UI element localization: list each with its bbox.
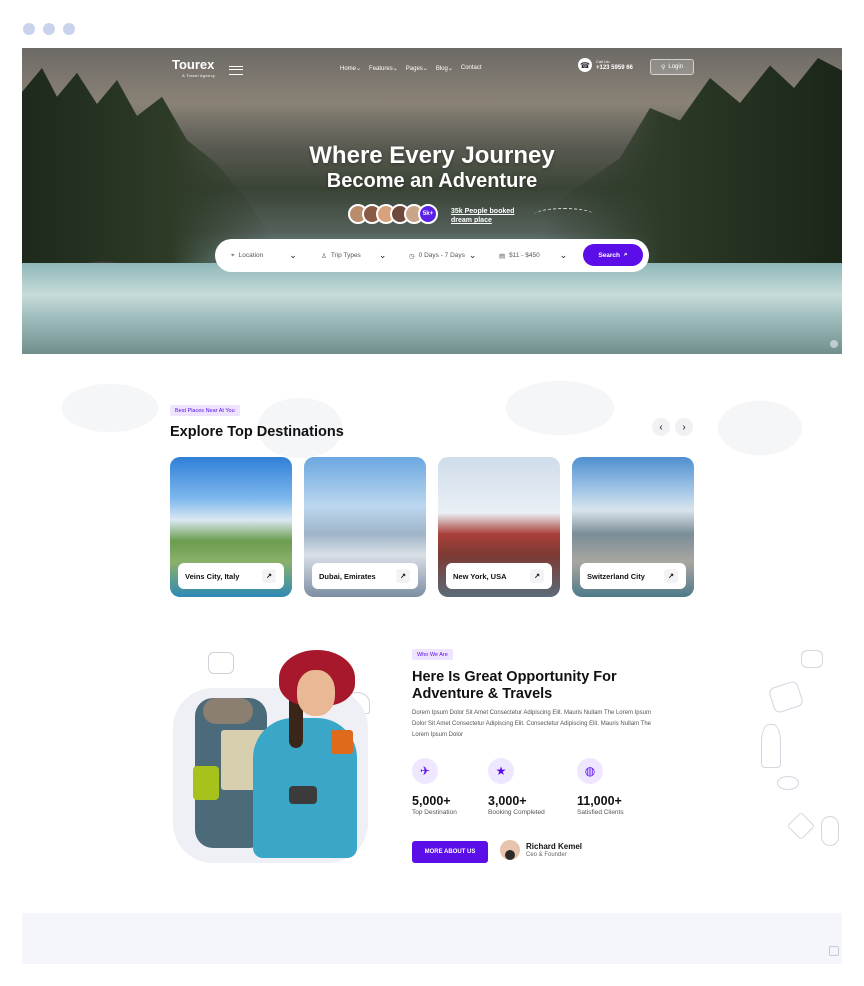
ceo-signature: Richard Kemel Ceo & Founder <box>500 840 582 860</box>
camera-doodle-icon <box>801 650 823 668</box>
globe-pin-icon: ◍ <box>577 758 603 784</box>
about-title: Here Is Great Opportunity For Adventure … <box>412 669 617 702</box>
chevron-down-icon: ⌄ <box>289 250 297 260</box>
arrow-up-right-icon[interactable]: ↗ <box>262 569 276 583</box>
destination-card[interactable]: Dubai, Emirates ↗ <box>304 457 426 597</box>
dashed-arrow-icon <box>534 208 594 222</box>
brand-name: Tourex <box>172 57 215 72</box>
stat-satisfied-clients: ◍ 11,000+ Satisfied Clients <box>577 758 624 816</box>
arrow-up-right-icon[interactable]: ↗ <box>530 569 544 583</box>
browser-frame: Tourex A Travel Agency Home⌄ Features⌄ P… <box>0 0 864 986</box>
menu-item-features[interactable]: Features⌄ <box>369 65 398 72</box>
brand-tagline: A Travel Agency <box>182 73 216 78</box>
window-controls <box>23 23 75 35</box>
traveler-image <box>173 648 368 863</box>
ceo-name: Richard Kemel <box>526 842 583 851</box>
avatar-count-badge: 5k+ <box>418 204 438 224</box>
hand-doodle-icon <box>821 816 839 846</box>
destination-name: Switzerland City <box>587 571 645 581</box>
price-select[interactable]: ▤ $11 - $450 ⌄ <box>499 250 567 261</box>
stat-top-destination: ✈ 5,000+ Top Destination <box>412 758 457 816</box>
suitcase-doodle-icon <box>767 680 805 714</box>
destination-name: Dubai, Emirates <box>319 571 376 581</box>
window-dot-2[interactable] <box>43 23 55 35</box>
travel-doodles <box>755 640 845 850</box>
search-icon: ⌕ <box>624 251 628 258</box>
star-doodle-icon <box>786 811 816 841</box>
hiker-icon: ♙ <box>321 252 327 260</box>
world-map-background <box>40 368 830 548</box>
arrow-up-right-icon[interactable]: ↗ <box>396 569 410 583</box>
chevron-down-icon: ⌄ <box>559 250 568 260</box>
location-select[interactable]: ⌖ Location ⌄ <box>231 250 297 261</box>
hero-banner: Tourex A Travel Agency Home⌄ Features⌄ P… <box>22 48 842 354</box>
ticket-icon: ✈ <box>412 758 438 784</box>
menu-item-blog[interactable]: Blog⌄ <box>436 65 453 72</box>
destination-name: New York, USA <box>453 571 507 581</box>
plane-doodle-icon <box>777 776 799 790</box>
destination-card[interactable]: Veins City, Italy ↗ <box>170 457 292 597</box>
scroll-indicator-icon[interactable] <box>830 340 838 348</box>
menu-item-home[interactable]: Home⌄ <box>340 65 361 72</box>
chevron-down-icon: ⌄ <box>468 250 477 260</box>
destinations-tag: Best Places Near At You <box>170 405 240 416</box>
chevron-down-icon: ⌄ <box>378 250 387 260</box>
money-icon: ▤ <box>499 252 506 260</box>
arrow-up-right-icon[interactable]: ↗ <box>664 569 678 583</box>
back-to-top-icon[interactable] <box>829 946 839 956</box>
booked-link[interactable]: 35k People booked dream place <box>451 207 514 225</box>
location-pin-icon: ⌖ <box>231 251 235 259</box>
next-section-band <box>22 913 842 964</box>
more-about-us-button[interactable]: MORE ABOUT US <box>412 841 488 863</box>
phone-icon: ☎ <box>578 58 592 72</box>
destination-card[interactable]: Switzerland City ↗ <box>572 457 694 597</box>
destination-card[interactable]: New York, USA ↗ <box>438 457 560 597</box>
call-us[interactable]: ☎ Call Us: +123 5959 66 <box>578 58 633 72</box>
search-bar: ⌖ Location ⌄ ♙ Trip Types ⌄ ◷ 0 Days - 7… <box>215 239 649 272</box>
login-button[interactable]: ⚲ Login <box>650 59 694 75</box>
menu-item-pages[interactable]: Pages⌄ <box>406 65 428 72</box>
stat-booking-completed: ★ 3,000+ Booking Completed <box>488 758 545 816</box>
trip-types-select[interactable]: ♙ Trip Types ⌄ <box>321 250 386 261</box>
hero-title-line2: Become an Adventure <box>326 170 538 192</box>
login-label: Login <box>668 64 684 70</box>
window-dot-1[interactable] <box>23 23 35 35</box>
about-tag: Who We Are <box>412 649 453 660</box>
clock-icon: ◷ <box>409 252 415 260</box>
carousel-next-button[interactable]: › <box>675 418 693 436</box>
destinations-title: Explore Top Destinations <box>170 424 344 440</box>
search-button[interactable]: Search ⌕ <box>583 244 643 266</box>
palm-tree-doodle-icon <box>761 724 781 768</box>
brand-logo[interactable]: Tourex A Travel Agency <box>172 57 216 81</box>
menu-item-contact[interactable]: Contact <box>461 65 482 72</box>
phone-number: +123 5959 66 <box>596 65 633 71</box>
destination-name: Veins City, Italy <box>185 571 240 581</box>
main-menu: Home⌄ Features⌄ Pages⌄ Blog⌄ Contact <box>340 65 482 72</box>
user-icon: ⚲ <box>660 64 666 71</box>
hero-title-line1: Where Every Journey <box>309 142 555 169</box>
hamburger-menu-icon[interactable] <box>229 65 244 75</box>
window-dot-3[interactable] <box>63 23 75 35</box>
top-navbar: Tourex A Travel Agency Home⌄ Features⌄ P… <box>172 57 694 81</box>
carousel-prev-button[interactable]: ‹ <box>652 418 670 436</box>
ceo-role: Ceo & Founder <box>526 852 567 858</box>
about-paragraph: Dorem Ipsum Dolor Sit Amet Consectetur A… <box>412 710 651 738</box>
avatar <box>500 840 520 860</box>
duration-select[interactable]: ◷ 0 Days - 7 Days ⌄ <box>409 250 476 261</box>
river-image <box>22 263 842 354</box>
booked-avatars: 5k+ <box>348 204 438 224</box>
people-stars-icon: ★ <box>488 758 514 784</box>
